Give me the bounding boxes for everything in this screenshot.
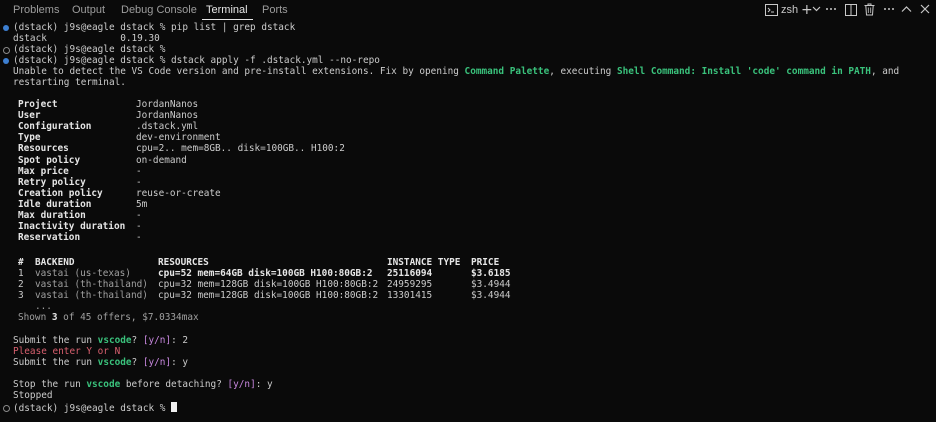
tab-debug-console[interactable]: Debug Console	[121, 4, 197, 16]
offer-price: $3.4944	[471, 279, 511, 291]
config-value: 5m	[136, 198, 148, 210]
command-empty-ring-icon-2[interactable]	[3, 405, 10, 412]
offer-price: $3.4944	[471, 290, 511, 302]
config-key: Reservation	[18, 232, 81, 244]
config-key: Max duration	[18, 210, 86, 221]
config-value: dev-environment	[136, 132, 221, 144]
config-key: Resources	[18, 143, 69, 155]
shell-name-label[interactable]: zsh	[781, 4, 798, 16]
config-value: .dstack.yml	[136, 121, 199, 133]
offer-backend: vastai (th-thailand)	[35, 279, 148, 291]
shell-command-highlight: Shell Command: Install 'code' command in…	[616, 66, 871, 77]
config-key: Project	[18, 99, 58, 110]
split-terminal-icon[interactable]	[845, 4, 857, 16]
new-terminal-plus-icon[interactable]: +	[801, 3, 813, 17]
tab-terminal[interactable]: Terminal	[206, 4, 248, 16]
command-empty-ring-icon[interactable]	[3, 47, 10, 54]
config-value: -	[136, 165, 142, 177]
enter-yn-error: Please enter Y or N	[13, 346, 121, 357]
command-success-dot-icon[interactable]	[3, 25, 9, 31]
offers-summary: Shown 3 of 45 offers, $7.0334max	[18, 312, 199, 323]
offer-resources: cpu=52 mem=64GB disk=100GB H100:80GB:2	[158, 268, 373, 279]
config-value: -	[136, 221, 142, 233]
pkg-version-line: dstack 0.19.30	[13, 33, 160, 44]
config-key: Type	[18, 132, 41, 144]
config-key: Idle duration	[18, 198, 92, 210]
offer-instance: 25116094	[387, 268, 433, 279]
offers-header-backend: BACKEND	[35, 257, 75, 268]
terminal-output[interactable]: (dstack) j9s@eagle dstack % pip list | g…	[0, 22, 936, 422]
warning-line-2: restarting terminal.	[13, 77, 126, 88]
config-key: Retry policy	[18, 176, 86, 188]
command-line-apply: (dstack) j9s@eagle dstack % dstack apply…	[13, 55, 380, 66]
config-key: Max price	[18, 165, 69, 177]
command-line-empty: (dstack) j9s@eagle dstack %	[13, 44, 166, 55]
offer-num: 2	[18, 279, 24, 291]
final-prompt[interactable]: (dstack) j9s@eagle dstack %	[13, 402, 178, 414]
close-icon[interactable]	[920, 4, 930, 14]
more-actions-icon[interactable]	[825, 5, 837, 13]
terminal-cursor	[171, 402, 178, 412]
config-value: cpu=2.. mem=8GB.. disk=100GB.. H100:2	[136, 143, 345, 155]
offer-num: 3	[18, 290, 24, 302]
offer-resources: cpu=32 mem=128GB disk=100GB H100:80GB:2	[158, 279, 379, 291]
config-key: User	[18, 110, 41, 122]
more-actions-icon-2[interactable]	[883, 7, 895, 11]
command-palette-highlight: Command Palette	[464, 66, 550, 77]
config-value: reuse-or-create	[136, 187, 221, 199]
tab-problems[interactable]: Problems	[13, 4, 59, 16]
config-value: -	[136, 232, 142, 244]
config-key: Configuration	[18, 121, 92, 133]
tab-ports[interactable]: Ports	[262, 4, 288, 16]
offers-header-resources: RESOURCES	[158, 257, 209, 268]
warning-line: Unable to detect the VS Code version and…	[13, 66, 900, 77]
stopped-line: Stopped	[13, 390, 53, 401]
config-value: JordanNanos	[136, 110, 199, 122]
terminal-shell-icon	[765, 4, 778, 16]
submit-prompt-2: Submit the run vscode? [y/n]: y	[13, 357, 189, 368]
trash-icon[interactable]	[864, 3, 875, 16]
offer-price: $3.6185	[471, 268, 511, 279]
config-value: -	[136, 176, 142, 188]
submit-prompt-1: Submit the run vscode? [y/n]: 2	[13, 335, 189, 346]
terminal-toolbar: zsh +	[746, 0, 936, 22]
offers-header-price: PRICE	[471, 257, 500, 268]
offer-backend: vastai (th-thailand)	[35, 290, 148, 302]
tab-output[interactable]: Output	[72, 4, 105, 16]
config-key: Spot policy	[18, 154, 81, 166]
config-key: Creation policy	[18, 187, 103, 199]
offers-ellipsis: ...	[35, 301, 52, 312]
offer-instance: 13301415	[387, 290, 433, 302]
active-tab-indicator	[202, 19, 253, 20]
offer-num: 1	[18, 268, 24, 279]
offer-instance: 24959295	[387, 279, 433, 291]
offers-header-num: #	[18, 257, 24, 268]
command-success-dot-icon-2[interactable]	[3, 58, 9, 64]
config-value: -	[136, 210, 142, 221]
panel-tab-bar: Problems Output Debug Console Terminal P…	[0, 0, 936, 22]
maximize-panel-icon[interactable]	[901, 5, 912, 13]
chevron-down-icon[interactable]	[812, 5, 821, 13]
offers-header-instance: INSTANCE TYPE	[387, 257, 461, 268]
config-value: on-demand	[136, 154, 187, 166]
stop-prompt: Stop the run vscode before detaching? [y…	[13, 379, 273, 390]
config-key: Inactivity duration	[18, 221, 126, 233]
offer-resources: cpu=32 mem=128GB disk=100GB H100:80GB:2	[158, 290, 379, 302]
command-line-pip: (dstack) j9s@eagle dstack % pip list | g…	[13, 22, 296, 33]
offer-backend: vastai (us-texas)	[35, 268, 131, 279]
config-value: JordanNanos	[136, 99, 199, 110]
